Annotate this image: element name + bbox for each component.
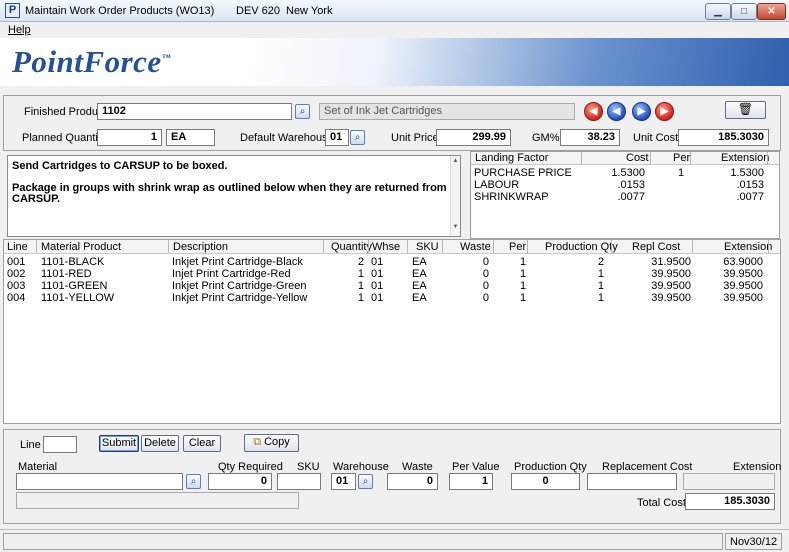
material-input[interactable] xyxy=(16,473,183,490)
pointforce-logo: PointForce™ xyxy=(12,44,172,79)
extension-label: Extension xyxy=(733,461,782,473)
environment-label: DEV 620 xyxy=(236,5,281,17)
title-bar: P Maintain Work Order Products (WO13) DE… xyxy=(0,0,789,22)
window-title: Maintain Work Order Products (WO13) xyxy=(25,5,215,17)
default-warehouse-input[interactable]: 01 xyxy=(325,129,349,146)
product-description-field: Set of Ink Jet Cartridges xyxy=(319,103,575,120)
production-qty-input[interactable]: 0 xyxy=(511,473,580,490)
trash-icon[interactable]: 🗑 xyxy=(725,101,766,119)
line-label: Line xyxy=(20,439,41,451)
col-whse: Whse xyxy=(372,241,401,253)
notes-line: Send Cartridges to CARSUP to be boxed. xyxy=(12,160,228,172)
warehouse-lookup-icon[interactable]: ⌕ xyxy=(358,474,373,489)
qty-required-label: Qty Required xyxy=(218,461,283,473)
unit-price-field[interactable]: 299.99 xyxy=(436,129,511,146)
notes-scrollbar[interactable]: ▲ ▼ xyxy=(450,156,460,236)
landing-factor-table: Landing Factor Cost Per Extension PURCHA… xyxy=(470,151,780,239)
materials-table: Line Material Product Description Quanti… xyxy=(3,239,781,424)
planned-quantity-label: Planned Quantity xyxy=(22,132,107,144)
copy-icon: ⧉ xyxy=(253,436,262,448)
unit-price-label: Unit Price xyxy=(391,132,439,144)
previous-record-icon[interactable]: ◀ xyxy=(607,102,626,121)
extension-field xyxy=(683,473,775,490)
status-message xyxy=(3,533,723,550)
warehouse-label: Warehouse xyxy=(333,461,389,473)
production-qty-label: Production Qty xyxy=(514,461,587,473)
gm-percent-field: 38.23 xyxy=(560,129,620,146)
status-bar: Nov30/12 xyxy=(0,529,789,552)
banner: PointForce™ xyxy=(0,38,789,86)
planned-quantity-input[interactable]: 1 xyxy=(97,129,162,146)
replacement-cost-input[interactable] xyxy=(587,473,677,490)
status-date: Nov30/12 xyxy=(725,533,782,550)
clear-button[interactable]: Clear xyxy=(183,435,221,452)
col-description: Description xyxy=(173,241,229,253)
col-production-qty: Production Qty xyxy=(545,241,618,253)
menu-bar: Help xyxy=(0,22,789,38)
landing-factor-header: Landing Factor Cost Per Extension xyxy=(471,152,779,165)
unit-cost-label: Unit Cost xyxy=(633,132,679,144)
material-search-icon[interactable]: ⌕ xyxy=(186,474,201,489)
extension-col: Extension xyxy=(721,152,770,164)
notes-textarea[interactable]: Send Cartridges to CARSUP to be boxed. P… xyxy=(7,155,461,237)
first-record-icon[interactable]: ◀ xyxy=(584,102,603,121)
location-label: New York xyxy=(286,5,333,17)
col-material-product: Material Product xyxy=(41,241,122,253)
warehouse-input[interactable]: 01 xyxy=(331,473,356,490)
col-sku: SKU xyxy=(416,241,439,253)
close-icon[interactable]: ✕ xyxy=(757,3,786,20)
total-cost-label: Total Cost xyxy=(637,497,686,509)
landing-factor-col: Landing Factor xyxy=(475,152,549,164)
notes-line: Package in groups with shrink wrap as ou… xyxy=(12,182,447,194)
notes-line: CARSUP. xyxy=(12,193,61,205)
app-icon: P xyxy=(5,3,20,18)
col-repl-cost: Repl Cost xyxy=(632,241,681,253)
col-extension: Extension xyxy=(724,241,773,253)
col-line: Line xyxy=(7,241,28,253)
gm-percent-label: GM% xyxy=(532,132,560,144)
sku-label: SKU xyxy=(297,461,320,473)
search-icon[interactable]: ⌕ xyxy=(295,104,310,119)
per-col: Per xyxy=(673,152,691,164)
per-value-label: Per Value xyxy=(452,461,500,473)
qty-required-input[interactable]: 0 xyxy=(208,473,272,490)
col-per: Per xyxy=(509,241,527,253)
col-waste: Waste xyxy=(460,241,491,253)
last-record-icon[interactable]: ▶ xyxy=(655,102,674,121)
cost-col: Cost xyxy=(626,152,649,164)
unit-cost-field: 185.3030 xyxy=(678,129,769,146)
delete-button[interactable]: Delete xyxy=(141,435,179,452)
minimize-icon[interactable]: ▁ xyxy=(705,3,731,20)
material-description-field xyxy=(16,492,299,509)
copy-button[interactable]: ⧉ Copy xyxy=(244,434,299,452)
submit-button[interactable]: Submit xyxy=(99,435,139,452)
replacement-cost-label: Replacement Cost xyxy=(602,461,693,473)
next-record-icon[interactable]: ▶ xyxy=(632,102,651,121)
materials-table-header: Line Material Product Description Quanti… xyxy=(4,240,780,254)
line-input[interactable] xyxy=(43,436,77,453)
total-cost-field: 185.3030 xyxy=(685,493,775,510)
planned-uom-field[interactable]: EA xyxy=(166,129,215,146)
finished-product-input[interactable]: 1102 xyxy=(97,103,292,120)
col-quantity: Quantity xyxy=(331,241,372,253)
waste-input[interactable]: 0 xyxy=(387,473,438,490)
warehouse-search-icon[interactable]: ⌕ xyxy=(350,130,365,145)
waste-label: Waste xyxy=(402,461,433,473)
finished-product-label: Finished Product xyxy=(24,106,107,118)
sku-input[interactable] xyxy=(277,473,321,490)
maximize-icon[interactable]: □ xyxy=(731,3,757,20)
default-warehouse-label: Default Warehouse xyxy=(240,132,334,144)
copy-label: Copy xyxy=(264,436,290,448)
per-value-input[interactable]: 1 xyxy=(449,473,493,490)
menu-help[interactable]: Help xyxy=(8,24,31,36)
material-label: Material xyxy=(18,461,58,473)
